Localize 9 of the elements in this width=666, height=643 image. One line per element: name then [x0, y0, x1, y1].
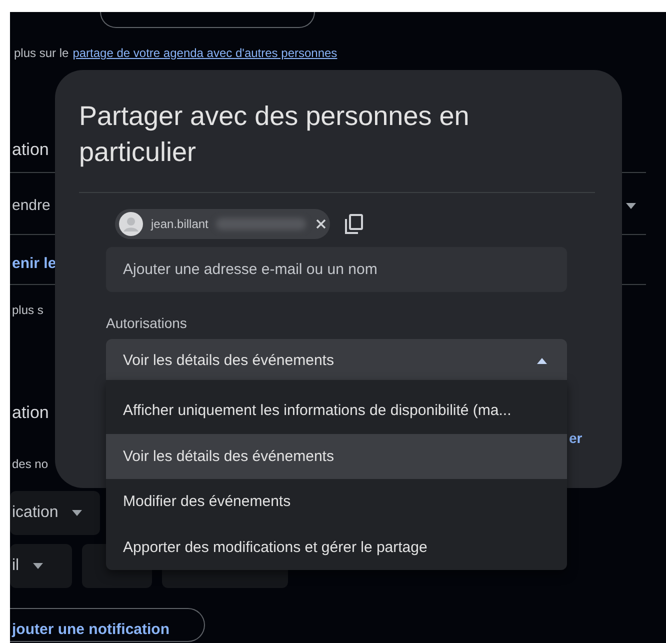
permissions-label: Autorisations — [106, 315, 188, 331]
row-label: endre — [12, 197, 50, 214]
info-text: plus sur le — [14, 46, 69, 60]
description-text: des no — [11, 457, 50, 471]
section-title: ation — [12, 140, 49, 160]
guest-email: jean.billant — [151, 217, 208, 231]
dialog-title: Partager avec des personnes en particulier — [79, 100, 470, 169]
section-title: ation — [12, 403, 49, 423]
description-text: plus s — [11, 303, 44, 317]
